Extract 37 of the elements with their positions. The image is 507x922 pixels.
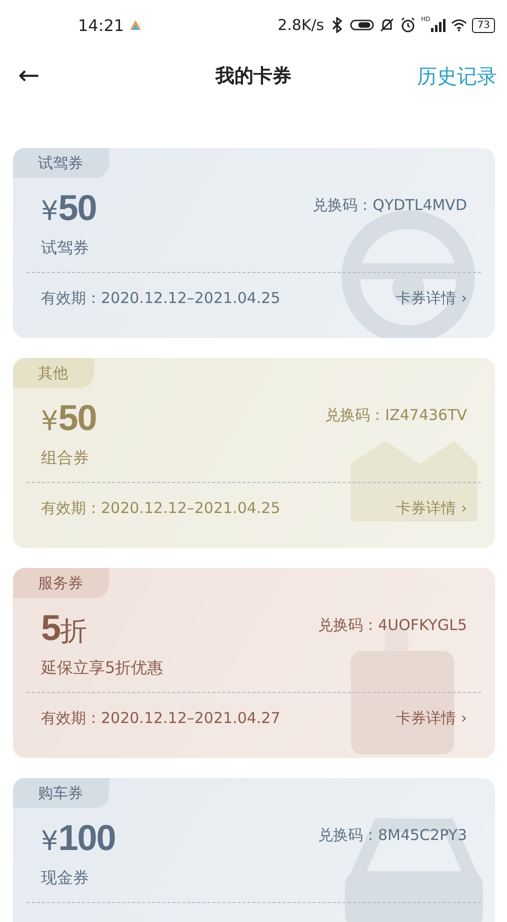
redeem-code: 兑换码：QYDTL4MVD xyxy=(312,196,467,215)
battery-indicator: 73 xyxy=(472,18,495,32)
wifi-icon xyxy=(451,17,468,33)
coupon-card[interactable]: 服务券 5折 延保立享5折优惠 兑换码：4UOFKYGL5 有效期：2020.12.12–2021.04.27 卡券详情 › xyxy=(13,568,495,758)
coupon-card[interactable]: 其他 ¥50 组合券 兑换码：IZ47436TV 有效期：2020.12.12–2021.04.25 卡券详情 › xyxy=(13,358,495,548)
details-link[interactable]: 卡券详情 › xyxy=(396,709,467,728)
coupon-value: 5折 xyxy=(41,606,88,650)
signal-icon xyxy=(430,17,446,33)
coupon-name: 现金券 xyxy=(41,868,90,889)
details-link[interactable]: 卡券详情 › xyxy=(396,499,467,518)
coupon-type-tag: 试驾券 xyxy=(13,148,109,178)
redeem-code: 兑换码：4UOFKYGL5 xyxy=(318,616,467,635)
alarm-icon xyxy=(400,17,416,33)
coupon-type-tag: 购车券 xyxy=(13,778,109,808)
validity-period: 有效期：2020.12.12–2021.04.25 xyxy=(41,289,280,308)
coupon-card[interactable]: 购车券 ¥100 现金券 兑换码：8M45C2PY3 xyxy=(13,778,495,922)
validity-period: 有效期：2020.12.12–2021.04.25 xyxy=(41,499,280,518)
clock-time: 14:21 xyxy=(78,16,124,34)
coupon-name: 延保立享5折优惠 xyxy=(41,658,164,679)
validity-period: 有效期：2020.12.12–2021.04.27 xyxy=(41,709,280,728)
toggle-icon xyxy=(350,17,374,33)
back-button[interactable]: ← xyxy=(14,61,44,91)
redeem-code: 兑换码：IZ47436TV xyxy=(325,406,467,425)
redeem-code: 兑换码：8M45C2PY3 xyxy=(318,826,467,845)
coupon-type-tag: 服务券 xyxy=(13,568,109,598)
network-speed: 2.8K/s xyxy=(278,16,324,34)
coupon-value: ¥50 xyxy=(41,186,96,230)
details-link[interactable]: 卡券详情 › xyxy=(396,289,467,308)
coupon-value: ¥50 xyxy=(41,396,96,440)
coupon-type-tag: 其他 xyxy=(13,358,94,388)
coupon-card[interactable]: 试驾券 ¥50 试驾券 兑换码：QYDTL4MVD 有效期：2020.12.12–2021.04.25 卡券详情 › xyxy=(13,148,495,338)
history-link[interactable]: 历史记录 xyxy=(417,62,497,90)
coupon-value: ¥100 xyxy=(41,816,116,860)
coupon-name: 试驾券 xyxy=(41,238,90,259)
app-icon xyxy=(129,18,142,32)
page-title: 我的卡券 xyxy=(216,64,292,89)
coupon-name: 组合券 xyxy=(41,448,90,469)
